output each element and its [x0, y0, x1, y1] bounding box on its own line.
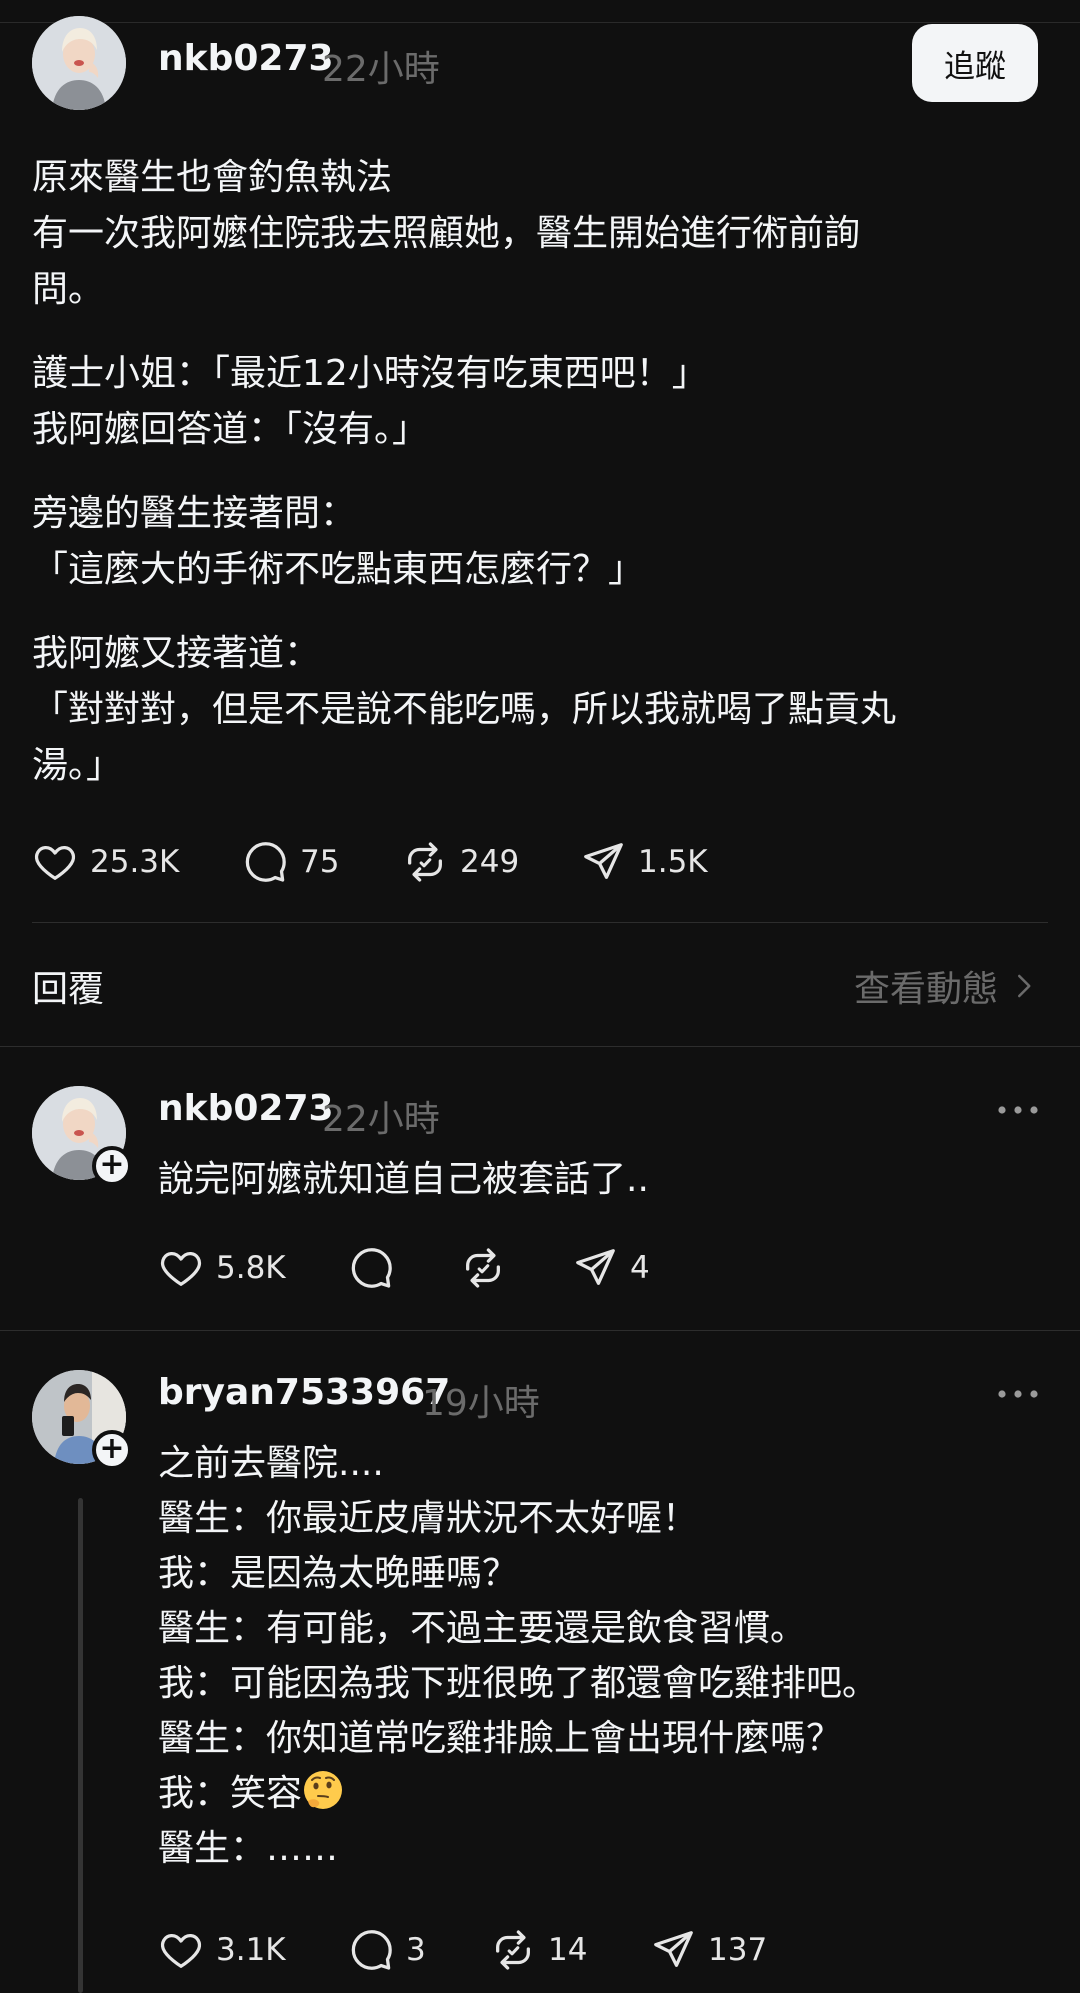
replies-divider — [0, 1046, 1080, 1047]
reply-share-button[interactable]: 4 — [572, 1244, 650, 1292]
post-paragraph: 旁邊的醫生接著問： 「這麼大的手術不吃點東西怎麼行？」 — [32, 486, 1032, 598]
comment-count: 75 — [300, 844, 340, 880]
like-count: 5.8K — [216, 1250, 286, 1286]
share-icon — [572, 1245, 618, 1291]
like-count: 3.1K — [216, 1932, 286, 1968]
post-line: 有一次我阿嬤住院我去照顧她，醫生開始進行術前詢 — [32, 213, 861, 254]
reply-comment-button[interactable]: 3 — [348, 1926, 426, 1974]
reply-line: 醫生：你最近皮膚狀況不太好喔！ — [158, 1498, 699, 1539]
post-paragraph: 我阿嬤又接著道： 「對對對，但是不是說不能吃嗎，所以我就喝了點貢丸 湯。」 — [32, 626, 1032, 794]
heart-icon — [158, 1927, 204, 1973]
reply-timestamp: 19小時 — [422, 1383, 540, 1424]
share-count: 1.5K — [638, 844, 708, 880]
comment-icon — [348, 1245, 394, 1291]
post-line: 「這麼大的手術不吃點東西怎麼行？」 — [32, 549, 645, 590]
reply-timestamp: 22小時 — [322, 1099, 440, 1140]
reply-line: 醫生：…… — [158, 1828, 339, 1869]
share-count: 4 — [630, 1250, 650, 1286]
post-line: 湯。」 — [32, 745, 123, 786]
reply-line: 醫生：有可能，不過主要還是飲食習慣。 — [158, 1608, 807, 1649]
follow-plus-icon[interactable]: + — [92, 1430, 132, 1470]
share-count: 137 — [708, 1932, 768, 1968]
post-line: 我阿嬤回答道：「沒有。」 — [32, 409, 429, 450]
reply-like-button[interactable]: 5.8K — [158, 1244, 286, 1292]
comment-icon — [348, 1927, 394, 1973]
view-activity-link[interactable]: 查看動態 — [854, 960, 1038, 1012]
post-repost-button[interactable]: 249 — [402, 838, 519, 886]
repost-icon — [490, 1927, 536, 1973]
post-author-avatar[interactable] — [32, 16, 126, 110]
repost-count: 249 — [460, 844, 520, 880]
reply-like-button[interactable]: 3.1K — [158, 1926, 286, 1974]
post-line: 問。 — [32, 269, 105, 310]
reply-line: 我：是因為太晚睡嗎？ — [158, 1553, 519, 1594]
reply-line: 醫生：你知道常吃雞排臉上會出現什麼嗎？ — [158, 1718, 843, 1759]
more-options-icon[interactable] — [996, 1384, 1040, 1404]
reply-comment-button[interactable] — [348, 1244, 406, 1292]
reply-share-button[interactable]: 137 — [650, 1926, 767, 1974]
header-divider — [0, 22, 1080, 23]
view-activity-label: 查看動態 — [853, 969, 998, 1010]
comment-count: 3 — [406, 1932, 426, 1968]
reply-line: 說完阿嬤就知道自己被套話了.. — [158, 1159, 649, 1200]
repost-count: 14 — [548, 1932, 588, 1968]
follow-plus-icon[interactable]: + — [92, 1146, 132, 1186]
reply-username[interactable]: bryan7533967 — [158, 1372, 450, 1413]
like-count: 25.3K — [90, 844, 180, 880]
chevron-right-icon — [1018, 974, 1031, 998]
reply-line: 我：笑容 — [158, 1773, 303, 1814]
reply-repost-button[interactable] — [460, 1244, 518, 1292]
post-timestamp: 22小時 — [322, 49, 440, 90]
post-author-username[interactable]: nkb0273 — [158, 38, 334, 79]
post-line: 我阿嬤又接著道： — [32, 633, 321, 674]
post-like-button[interactable]: 25.3K — [32, 838, 179, 886]
post-line: 旁邊的醫生接著問： — [32, 493, 357, 534]
follow-button[interactable]: 追蹤 — [912, 24, 1038, 102]
post-body: 原來醫生也會釣魚執法 有一次我阿嬤住院我去照顧她，醫生開始進行術前詢 問。 護士… — [32, 150, 1032, 822]
share-icon — [580, 839, 626, 885]
reply-username[interactable]: nkb0273 — [158, 1088, 334, 1129]
repost-icon — [402, 839, 448, 885]
reply-line-with-emoji: 我：笑容 — [158, 1766, 878, 1821]
reply-repost-button[interactable]: 14 — [490, 1926, 587, 1974]
thread-line — [78, 1498, 83, 1993]
replies-heading: 回覆 — [32, 969, 105, 1010]
reply-text: 說完阿嬤就知道自己被套話了.. — [158, 1152, 649, 1207]
avatar-image — [32, 16, 126, 110]
more-options-icon[interactable] — [996, 1100, 1040, 1120]
heart-icon — [158, 1245, 204, 1291]
post-line: 「對對對，但是不是說不能吃嗎，所以我就喝了點貢丸 — [32, 689, 897, 730]
post-paragraph: 護士小姐：「最近12小時沒有吃東西吧！」 我阿嬤回答道：「沒有。」 — [32, 346, 1032, 458]
comment-icon — [242, 839, 288, 885]
reply-text: 之前去醫院.... 醫生：你最近皮膚狀況不太好喔！ 我：是因為太晚睡嗎？ 醫生：… — [158, 1436, 878, 1876]
post-share-button[interactable]: 1.5K — [580, 838, 708, 886]
post-divider — [32, 922, 1048, 923]
post-line: 護士小姐：「最近12小時沒有吃東西吧！」 — [32, 353, 708, 394]
reply-divider — [0, 1330, 1080, 1331]
repost-icon — [460, 1245, 506, 1291]
heart-icon — [32, 839, 78, 885]
post-comment-button[interactable]: 75 — [242, 838, 339, 886]
share-icon — [650, 1927, 696, 1973]
reply-line: 我：可能因為我下班很晚了都還會吃雞排吧。 — [158, 1663, 879, 1704]
reply-line: 之前去醫院.... — [158, 1443, 384, 1484]
thinking-face-icon — [302, 1769, 344, 1811]
post-paragraph: 原來醫生也會釣魚執法 有一次我阿嬤住院我去照顧她，醫生開始進行術前詢 問。 — [32, 150, 1032, 318]
post-line: 原來醫生也會釣魚執法 — [32, 157, 393, 198]
